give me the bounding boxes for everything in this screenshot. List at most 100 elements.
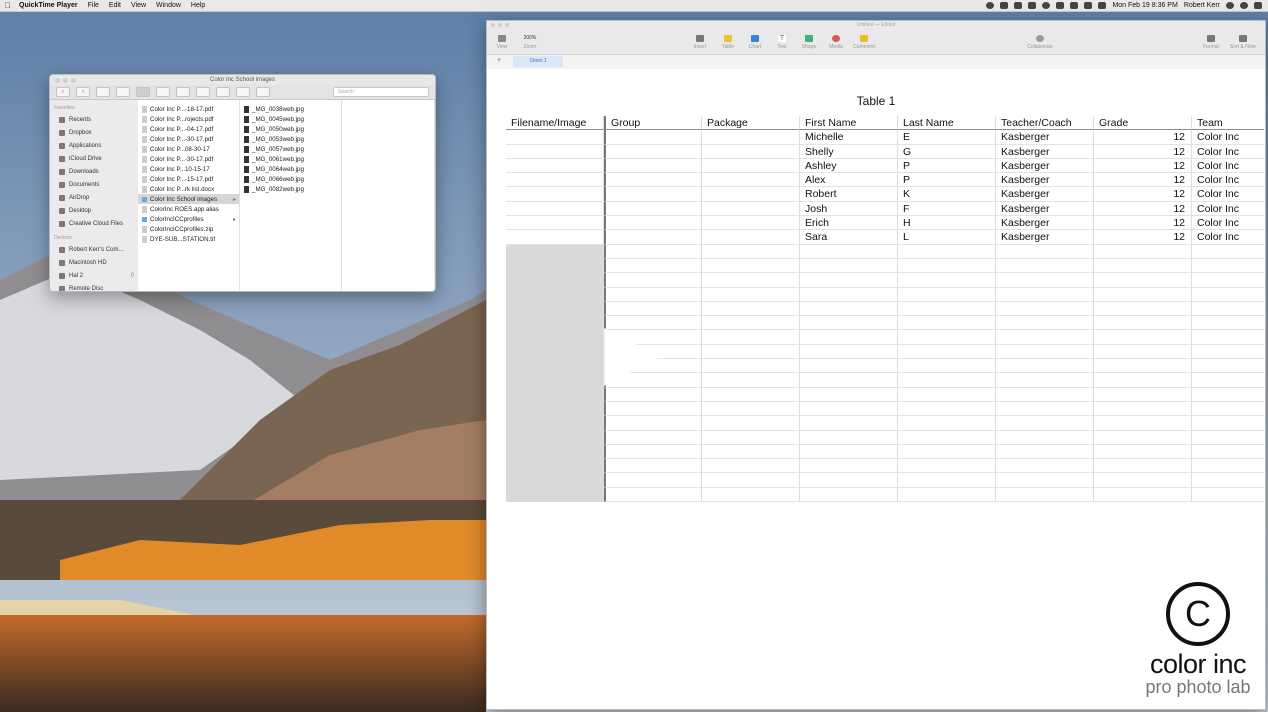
table-cell[interactable]: P bbox=[898, 173, 996, 188]
table-cell[interactable] bbox=[800, 330, 898, 345]
table-cell[interactable] bbox=[702, 401, 800, 417]
selected-cell[interactable] bbox=[506, 316, 604, 331]
gear-icon[interactable] bbox=[236, 87, 250, 97]
table-cell[interactable] bbox=[1192, 388, 1264, 402]
icon-view-button[interactable] bbox=[96, 87, 110, 97]
selected-cell[interactable] bbox=[506, 487, 604, 503]
table-cell[interactable] bbox=[996, 473, 1094, 488]
table-cell[interactable] bbox=[604, 401, 702, 417]
table-cell[interactable]: F bbox=[898, 201, 996, 217]
table-cell[interactable]: Kasberger bbox=[996, 130, 1094, 145]
table-cell[interactable] bbox=[996, 401, 1094, 417]
selected-cell[interactable] bbox=[506, 387, 604, 402]
table-cell[interactable] bbox=[1192, 259, 1264, 274]
view-button[interactable]: View bbox=[489, 35, 515, 50]
table-cell[interactable] bbox=[800, 444, 898, 460]
table-cell[interactable] bbox=[800, 301, 898, 317]
table-cell[interactable] bbox=[800, 287, 898, 302]
table-cell[interactable] bbox=[1192, 288, 1264, 302]
table-cell[interactable] bbox=[996, 387, 1094, 402]
list-view-button[interactable] bbox=[116, 87, 130, 97]
table-cell[interactable] bbox=[702, 158, 800, 174]
table-cell[interactable] bbox=[604, 158, 702, 174]
table-cell[interactable] bbox=[1094, 244, 1192, 259]
table-cell[interactable] bbox=[1192, 302, 1264, 317]
table-cell[interactable] bbox=[702, 487, 800, 503]
table-cell[interactable]: Kasberger bbox=[996, 216, 1094, 231]
share-icon[interactable] bbox=[196, 87, 210, 97]
file-item[interactable]: Color Inc P...rojects.pdf bbox=[138, 114, 239, 124]
table-cell[interactable] bbox=[506, 158, 604, 174]
selected-cell[interactable] bbox=[506, 258, 604, 274]
table-cell[interactable] bbox=[898, 416, 996, 431]
table-cell[interactable] bbox=[898, 301, 996, 317]
zoom-button[interactable]: 200% Zoom bbox=[517, 35, 543, 50]
sidebar-item-airdrop[interactable]: AirDrop bbox=[50, 191, 138, 204]
selected-cell[interactable] bbox=[506, 373, 604, 388]
table-cell[interactable]: Kasberger bbox=[996, 187, 1094, 202]
notification-center-icon[interactable] bbox=[1254, 2, 1262, 9]
table-cell[interactable] bbox=[702, 373, 800, 388]
table-cell[interactable] bbox=[702, 144, 800, 159]
table-cell[interactable]: Erich bbox=[800, 216, 898, 231]
tag-icon[interactable] bbox=[216, 87, 230, 97]
table-cell[interactable] bbox=[1094, 487, 1192, 503]
insert-button[interactable]: Insert bbox=[687, 35, 713, 50]
table-cell[interactable] bbox=[1192, 402, 1264, 417]
table-cell[interactable] bbox=[800, 258, 898, 274]
selected-cell[interactable] bbox=[506, 430, 604, 445]
table-cell[interactable]: Color Inc bbox=[1192, 130, 1264, 145]
table-cell[interactable] bbox=[604, 430, 702, 445]
table-cell[interactable] bbox=[898, 244, 996, 259]
file-item[interactable]: _MG_0050web.jpg bbox=[240, 124, 341, 134]
finder-titlebar[interactable]: Color Inc School images bbox=[50, 75, 435, 85]
header-cell[interactable]: Filename/Image bbox=[506, 116, 604, 131]
table-cell[interactable] bbox=[800, 416, 898, 431]
status-creative-cloud-icon[interactable] bbox=[1000, 2, 1009, 9]
close-window-icon[interactable] bbox=[491, 23, 495, 27]
table-cell[interactable]: Color Inc bbox=[1192, 216, 1264, 231]
table-cell[interactable] bbox=[996, 244, 1094, 259]
table-cell[interactable]: Robert bbox=[800, 187, 898, 202]
table-cell[interactable] bbox=[506, 144, 604, 159]
file-item[interactable]: Color Inc P...08-30-17 bbox=[138, 144, 239, 154]
table-cell[interactable]: 12 bbox=[1094, 230, 1192, 245]
table-cell[interactable] bbox=[1094, 459, 1192, 474]
file-item[interactable]: _MG_0061web.jpg bbox=[240, 154, 341, 164]
table-cell[interactable] bbox=[1094, 316, 1192, 331]
text-button[interactable]: T Text bbox=[769, 35, 795, 50]
table-cell[interactable]: Alex bbox=[800, 173, 898, 188]
menu-edit[interactable]: Edit bbox=[109, 2, 121, 9]
add-sheet-button[interactable]: + bbox=[497, 57, 501, 64]
table-cell[interactable] bbox=[1192, 473, 1264, 488]
table-cell[interactable]: 12 bbox=[1094, 201, 1192, 217]
table-cell[interactable] bbox=[1192, 345, 1264, 360]
selected-cell[interactable] bbox=[506, 330, 604, 345]
status-volume-icon[interactable] bbox=[1070, 2, 1079, 9]
table-cell[interactable] bbox=[996, 273, 1094, 288]
table-cell[interactable] bbox=[996, 430, 1094, 445]
table-cell[interactable] bbox=[702, 330, 800, 345]
table-cell[interactable] bbox=[702, 387, 800, 402]
status-display-icon[interactable] bbox=[1098, 2, 1107, 9]
file-item[interactable]: ColorIncICCprofiles.zip bbox=[138, 224, 239, 234]
table-cell[interactable] bbox=[506, 216, 604, 231]
table-cell[interactable]: G bbox=[898, 144, 996, 159]
table-cell[interactable]: H bbox=[898, 216, 996, 231]
table-cell[interactable] bbox=[604, 273, 702, 288]
table-cell[interactable] bbox=[800, 430, 898, 445]
table-cell[interactable] bbox=[604, 173, 702, 188]
table-cell[interactable] bbox=[702, 287, 800, 302]
status-cloud-icon[interactable] bbox=[1028, 2, 1037, 9]
table-cell[interactable] bbox=[702, 216, 800, 231]
zoom-window-icon[interactable] bbox=[71, 78, 76, 83]
table-cell[interactable] bbox=[604, 444, 702, 460]
file-item[interactable]: DYE-SUB...STATION.tif bbox=[138, 234, 239, 244]
table-cell[interactable] bbox=[898, 401, 996, 417]
selected-cell[interactable] bbox=[506, 473, 604, 488]
table-cell[interactable] bbox=[604, 244, 702, 259]
table-cell[interactable] bbox=[702, 187, 800, 202]
sidebar-item-downloads[interactable]: Downloads bbox=[50, 165, 138, 178]
apple-menu-icon[interactable]:  bbox=[3, 1, 13, 10]
table-cell[interactable] bbox=[898, 487, 996, 503]
